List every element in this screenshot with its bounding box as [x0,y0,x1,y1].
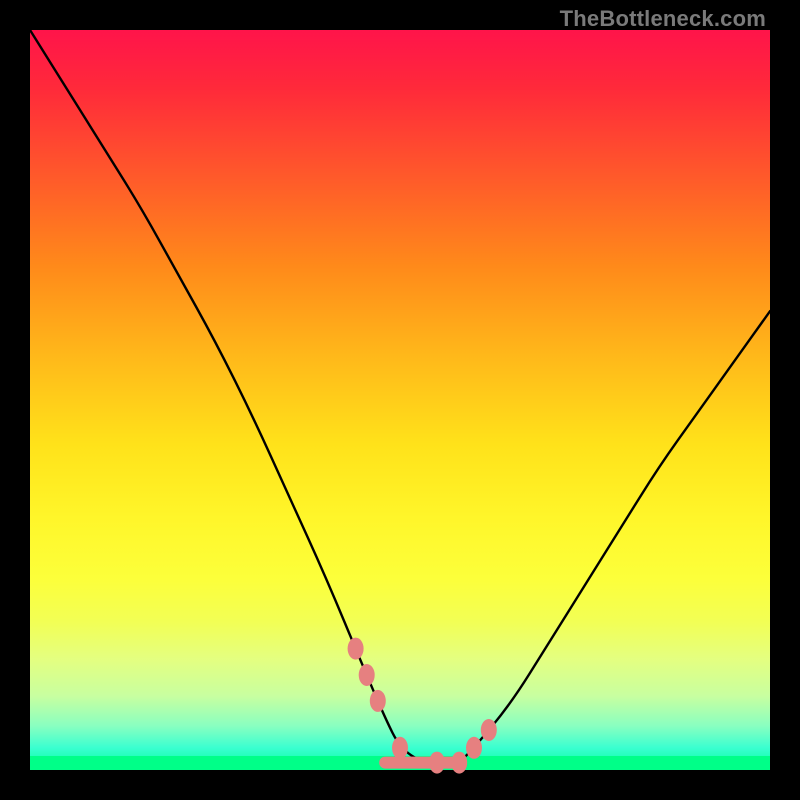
valley-markers-group [348,638,497,774]
bottleneck-curve-svg [30,30,770,770]
valley-marker [370,690,386,712]
valley-marker [481,719,497,741]
valley-marker [466,737,482,759]
valley-marker [359,664,375,686]
watermark-text: TheBottleneck.com [560,6,766,32]
valley-marker [429,752,445,774]
plot-area [30,30,770,770]
bottleneck-curve-line [30,30,770,763]
chart-frame: TheBottleneck.com [0,0,800,800]
valley-marker [392,737,408,759]
valley-marker [451,752,467,774]
valley-marker [348,638,364,660]
